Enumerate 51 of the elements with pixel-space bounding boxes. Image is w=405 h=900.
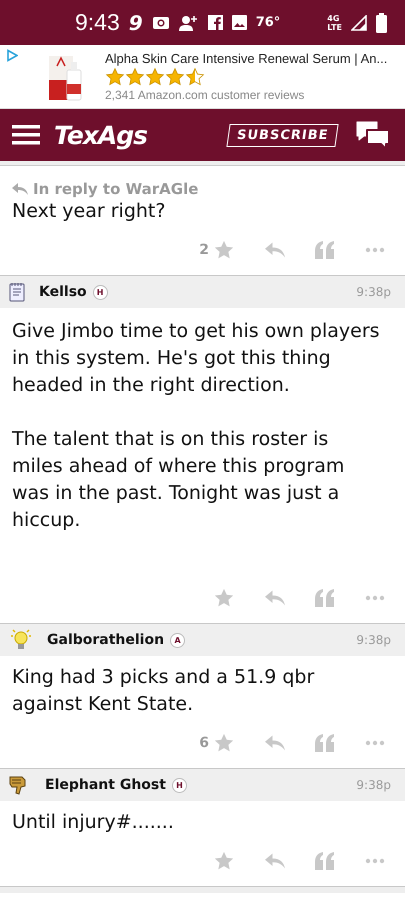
star-icon[interactable]: [213, 850, 235, 872]
post-time: 9:38p: [356, 778, 391, 792]
more-icon[interactable]: [365, 595, 385, 601]
quote-icon[interactable]: [315, 734, 335, 752]
reply-icon[interactable]: [265, 853, 285, 869]
post-text: Until injury#.......: [12, 810, 175, 835]
temperature-text: 76°: [256, 15, 280, 30]
more-icon[interactable]: [365, 740, 385, 746]
star-count: 6: [199, 735, 209, 751]
quote-icon[interactable]: [315, 852, 335, 870]
star-icon[interactable]: [213, 239, 235, 261]
member-badge: A: [170, 632, 186, 648]
post-text: The talent that is on this roster is miles ahead of where this program was in the past. Tonight was just a hiccup.: [12, 427, 346, 533]
reply-icon[interactable]: [265, 242, 285, 258]
signal-icon: [351, 14, 367, 30]
post-time: 9:38p: [356, 285, 391, 299]
reply-icon[interactable]: [265, 590, 285, 606]
author-name[interactable]: Elephant Ghost: [45, 777, 166, 793]
ad-choices-icon[interactable]: [6, 49, 18, 62]
reply-icon[interactable]: [265, 735, 285, 751]
post-text: Next year right?: [12, 199, 166, 224]
image-icon: [232, 15, 247, 30]
network-type: 4G LTE: [327, 14, 342, 32]
author-name[interactable]: Kellso: [39, 284, 87, 300]
reply-icon: [12, 183, 28, 195]
notepad-icon: [9, 282, 25, 302]
review-count: 2,341 Amazon.com customer reviews: [105, 88, 306, 102]
ad-title[interactable]: Alpha Skin Care Intensive Renewal Serum | An...: [105, 51, 388, 66]
more-icon[interactable]: [365, 858, 385, 864]
status-time: 9:43: [75, 9, 120, 36]
star-icon[interactable]: [213, 587, 235, 609]
battery-icon: [376, 12, 387, 32]
camera-icon: [152, 16, 170, 30]
facebook-icon: [208, 15, 223, 30]
add-person-icon: [178, 14, 199, 30]
author-name[interactable]: Galborathelion: [47, 632, 164, 648]
app-logo-text: 9: [128, 10, 143, 34]
quote-icon[interactable]: [315, 241, 335, 259]
star-count: 2: [199, 242, 209, 258]
menu-icon[interactable]: [12, 124, 40, 146]
post-time: 9:38p: [356, 633, 391, 647]
member-badge: H: [172, 778, 187, 792]
subscribe-button[interactable]: SUBSCRIBE: [226, 124, 339, 146]
post-text: Give Jimbo time to get his own players in this system. He's got this thing headed in the right direction.: [12, 319, 381, 398]
quote-icon[interactable]: [315, 589, 335, 607]
site-logo[interactable]: TexAgs: [54, 120, 148, 150]
star-icon[interactable]: [213, 732, 235, 754]
more-icon[interactable]: [365, 247, 385, 253]
member-badge: H: [92, 284, 108, 300]
post-text: King had 3 picks and a 51.9 qbr against Kent State.: [12, 665, 316, 717]
lightbulb-icon: [9, 628, 33, 652]
